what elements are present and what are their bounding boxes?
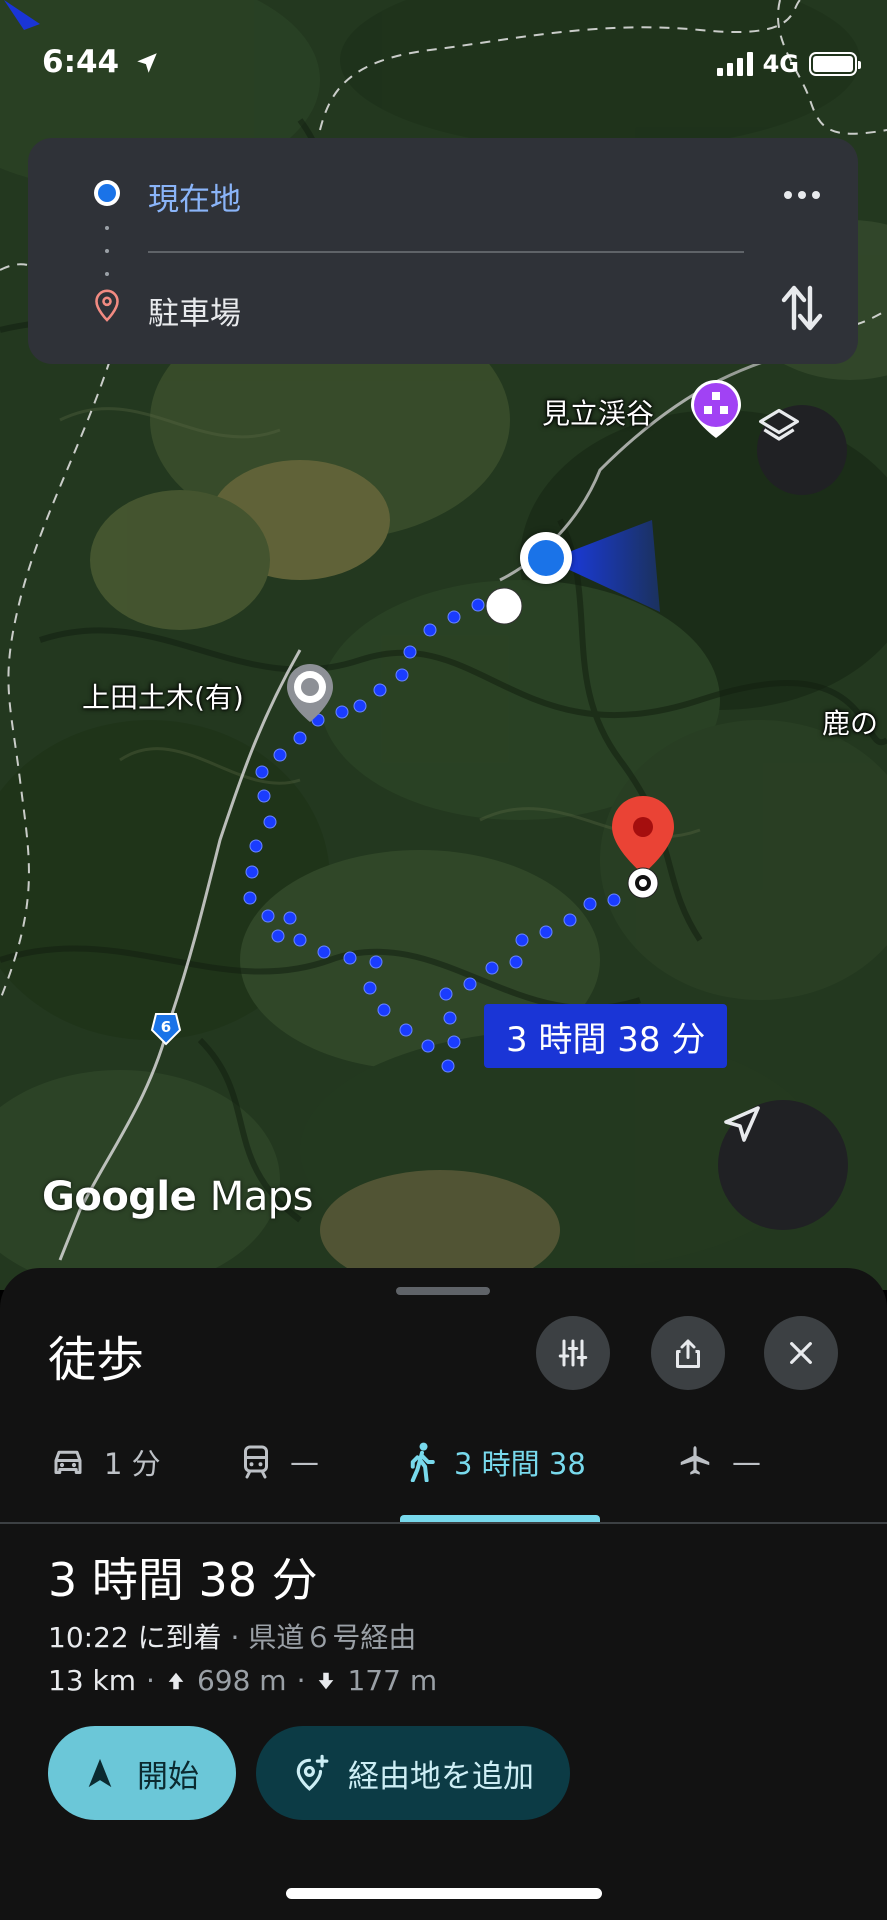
home-indicator[interactable] xyxy=(286,1888,602,1899)
tab-transit-label: — xyxy=(290,1445,319,1479)
separator-dot: · xyxy=(296,1664,306,1697)
route-connector-dots xyxy=(105,226,109,276)
active-tab-indicator xyxy=(400,1515,600,1522)
tab-driving-label: 1 分 xyxy=(104,1447,161,1481)
more-options-button[interactable] xyxy=(780,180,824,210)
signal-icon xyxy=(716,52,753,76)
duration-bubble[interactable]: 3 時間 38 分 xyxy=(484,1004,728,1068)
travel-mode-tabs: 1 分 — 3 時間 38 — xyxy=(0,1400,887,1524)
layers-icon xyxy=(759,408,799,441)
destination-marker-icon xyxy=(95,289,119,322)
tab-walking[interactable]: 3 時間 38 xyxy=(408,1400,586,1524)
poi-label[interactable]: 見立渓谷 xyxy=(542,392,654,432)
share-icon xyxy=(676,1339,700,1368)
recenter-button[interactable] xyxy=(718,1100,848,1230)
close-icon xyxy=(790,1342,812,1364)
tabs-divider xyxy=(0,1522,887,1524)
navigation-arrow-icon xyxy=(724,1106,760,1142)
landmark-label[interactable]: 上田土木(有) xyxy=(82,676,244,716)
road-number: 6 xyxy=(160,1018,172,1036)
tune-icon xyxy=(558,1339,588,1367)
arrival-time: 10:22 xyxy=(48,1621,129,1654)
google-maps-logo: Google Maps xyxy=(42,1174,313,1220)
route-options-button[interactable] xyxy=(536,1316,610,1390)
network-type: 4G xyxy=(762,50,799,78)
walk-icon xyxy=(410,1442,435,1482)
directions-divider xyxy=(148,251,744,253)
tab-driving[interactable]: 1 分 xyxy=(50,1400,161,1524)
separator-dot: · xyxy=(221,1621,249,1654)
descent-arrow-icon xyxy=(319,1672,334,1689)
start-navigation-button[interactable]: 開始 xyxy=(48,1726,236,1820)
close-button[interactable] xyxy=(764,1316,838,1390)
route-via: 県道６号経由 xyxy=(248,1621,417,1654)
separator-dot: · xyxy=(146,1664,155,1697)
arrival-info: 10:22 に到着 · 県道６号経由 xyxy=(48,1616,416,1656)
route-ascent: 698 m xyxy=(196,1664,287,1697)
route-descent: 177 m xyxy=(347,1664,438,1697)
route-duration: 3 時間 38 分 xyxy=(48,1553,318,1607)
destination-field[interactable]: 駐車場 xyxy=(148,288,241,333)
start-label: 開始 xyxy=(137,1758,199,1795)
route-stats: 13 km · 698 m · 177 m xyxy=(48,1664,437,1697)
tab-transit[interactable]: — xyxy=(240,1400,319,1524)
sheet-drag-handle[interactable] xyxy=(396,1287,490,1295)
layers-button[interactable] xyxy=(757,405,847,495)
flight-icon xyxy=(680,1446,710,1475)
train-icon xyxy=(244,1445,268,1479)
tab-flights[interactable]: — xyxy=(676,1400,761,1524)
add-waypoint-label: 経由地を追加 xyxy=(348,1758,534,1795)
status-time: 6:44 xyxy=(42,44,120,80)
route-distance: 13 km xyxy=(48,1664,137,1697)
share-button[interactable] xyxy=(651,1316,725,1390)
add-waypoint-button[interactable]: 経由地を追加 xyxy=(256,1726,570,1820)
battery-icon xyxy=(809,52,861,76)
map-edge-label: 鹿の xyxy=(822,707,879,740)
status-bar: 6:44 4G xyxy=(0,0,887,120)
tab-flights-label: — xyxy=(732,1445,761,1479)
add-location-icon xyxy=(296,1754,329,1791)
location-arrow-icon xyxy=(137,53,157,73)
travel-mode-title: 徒歩 xyxy=(48,1332,145,1388)
navigation-start-icon xyxy=(88,1758,112,1788)
current-location-dot xyxy=(520,532,572,584)
ascent-arrow-icon xyxy=(168,1672,184,1689)
car-icon xyxy=(54,1450,82,1474)
tab-walking-label: 3 時間 38 xyxy=(454,1447,586,1481)
arrival-suffix: に到着 xyxy=(137,1621,222,1654)
origin-field[interactable]: 現在地 xyxy=(148,174,241,219)
swap-directions-button[interactable] xyxy=(778,280,826,336)
origin-dot-icon xyxy=(94,180,120,206)
